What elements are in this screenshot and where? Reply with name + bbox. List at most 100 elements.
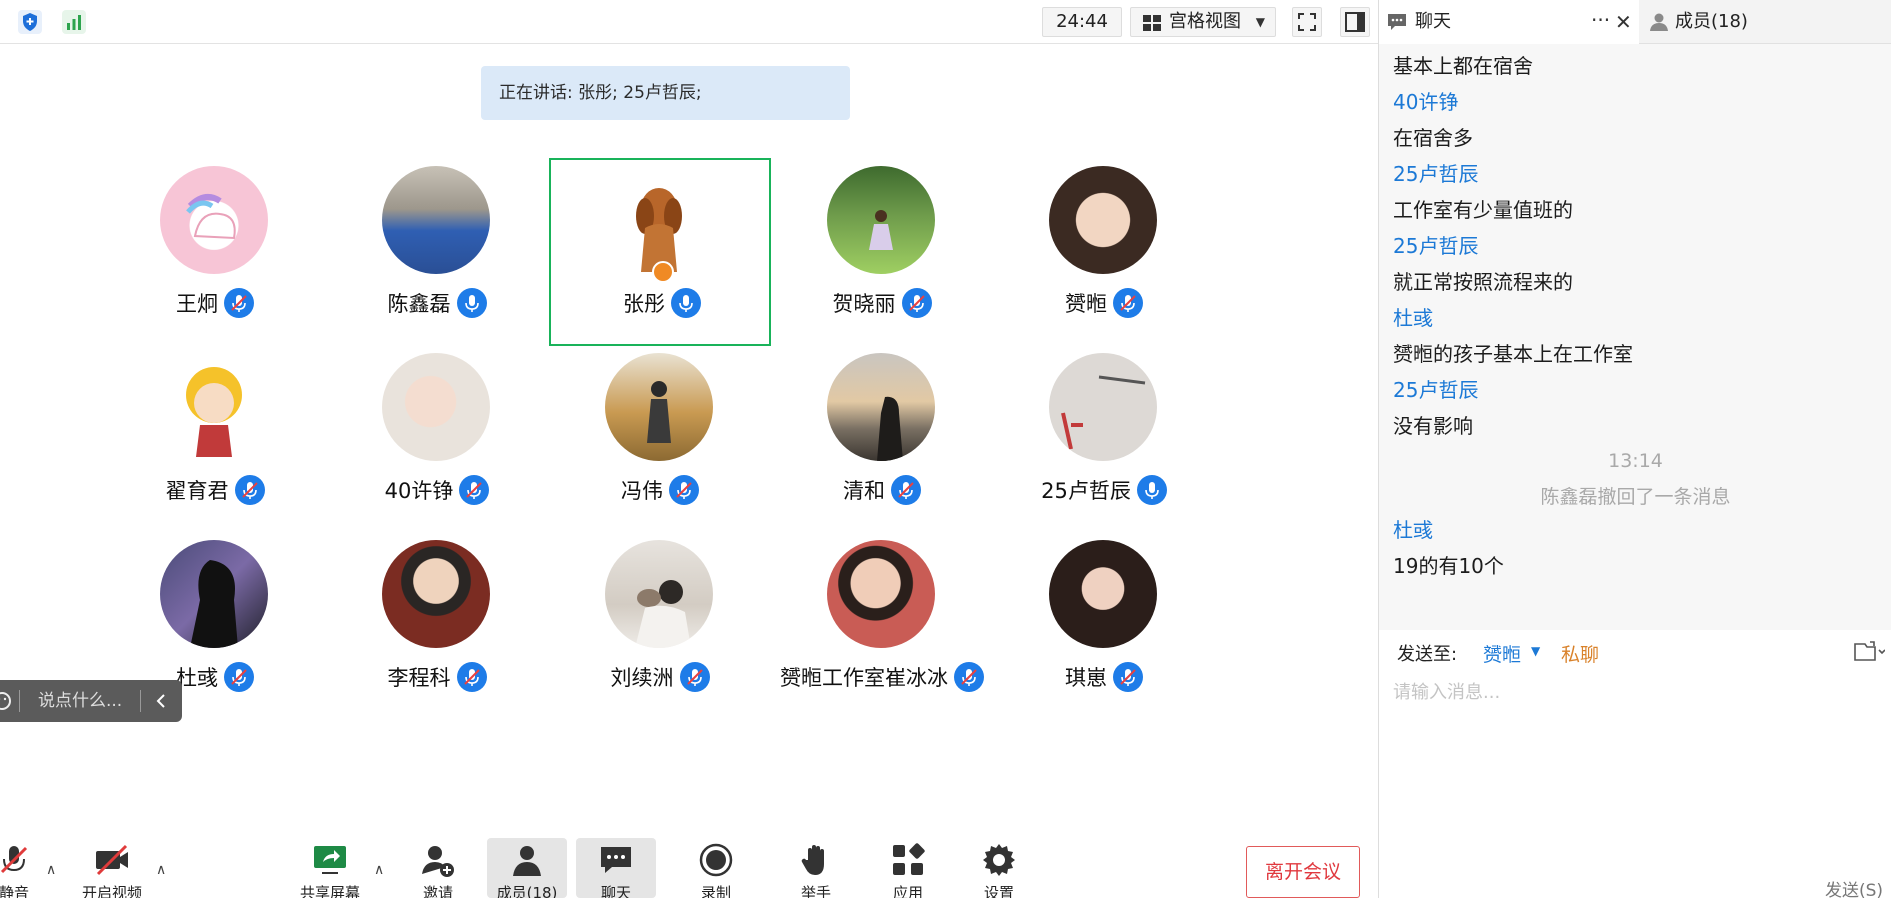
avatar [160,540,268,648]
participant-tile[interactable]: 琪崽 [993,532,1215,720]
members-label: 成员(18) [496,884,558,898]
chat-message-list[interactable]: ​ 基本上都在宿舍40许铮在宿舍多25卢哲辰工作室有少量值班的25卢哲辰就正常按… [1379,44,1891,630]
participant-name: 刘续洲 [610,666,674,690]
mic-muted-icon [234,475,265,505]
top-bar: 24:44 宫格视图 ▼ [0,0,1378,44]
participant-name: 25卢哲辰 [1041,479,1131,503]
file-icon[interactable] [1853,640,1885,662]
members-button[interactable]: 成员(18) [487,838,567,898]
raise-hand-button[interactable]: 举手 [776,838,856,898]
apps-label: 应用 [892,884,923,898]
avatar [382,540,490,648]
share-label: 共享屏幕 [299,884,360,898]
avatar [382,353,490,461]
chevron-up-icon[interactable]: ∧ [374,862,384,878]
chevron-up-icon[interactable]: ∧ [156,862,166,878]
chat-button[interactable]: 聊天 [576,838,656,898]
participant-tile[interactable]: 陈鑫磊 [326,158,548,346]
tab-chat-label: 聊天 [1415,11,1451,32]
participant-name: 李程科 [387,666,451,690]
chat-message-input[interactable]: 请输入消息... [1393,678,1500,704]
chevron-down-icon[interactable]: ▼ [1531,644,1540,658]
participant-name: 赟暅工作室崔冰冰 [780,666,948,690]
participant-tile[interactable]: 赟暅 [993,158,1215,346]
chat-sender: 40许铮 [1393,90,1459,114]
avatar [605,168,713,276]
participant-name: 40许铮 [384,479,454,503]
sidebar-toggle-icon [1345,12,1365,32]
security-shield-icon[interactable] [18,10,42,34]
chat-sender: 25卢哲辰 [1393,234,1479,258]
chevron-left-icon[interactable] [154,693,168,709]
send-to-select[interactable]: 赟暅 [1483,640,1521,667]
participant-tile[interactable]: 40许铮 [326,345,548,533]
participant-name: 陈鑫磊 [387,292,451,316]
speaking-indicator: 正在讲话: 张彤; 25卢哲辰; [481,66,850,120]
start-video-button[interactable]: 开启视频 [72,838,152,898]
private-chat-link[interactable]: 私聊 [1561,640,1599,667]
participant-tile-active[interactable]: 张彤 [549,158,771,346]
signal-strength-icon[interactable] [62,10,86,34]
participant-tile[interactable]: 刘续洲 [549,532,771,720]
participant-name: 琪崽 [1065,666,1107,690]
add-user-icon [422,846,454,877]
panel-tabs: 聊天 ··· ✕ 成员(18) [1379,0,1891,44]
mic-muted-icon [679,662,710,692]
emoji-icon[interactable] [0,691,12,711]
view-mode-select[interactable]: 宫格视图 ▼ [1130,7,1276,37]
chat-icon [1388,14,1406,30]
chat-icon [601,847,631,873]
avatar [1049,353,1157,461]
avatar [160,353,268,461]
participant-name: 张彤 [623,292,665,316]
share-screen-button[interactable]: 共享屏幕 [290,838,370,898]
floating-chat-bar[interactable]: 说点什么... [0,680,182,722]
participant-tile[interactable]: 清和 [771,345,993,533]
mic-muted-icon [224,662,254,692]
participant-tile[interactable]: 翟育君 [104,345,326,533]
chat-message: 就正常按照流程来的 [1393,270,1573,294]
participant-tile[interactable]: 王炯 [104,158,326,346]
apps-button[interactable]: 应用 [868,838,948,898]
avatar [1049,540,1157,648]
more-options-icon[interactable]: ··· [1591,0,1610,40]
participant-tile[interactable]: 贺晓丽 [771,158,993,346]
mic-muted-icon [901,288,932,318]
share-screen-icon [314,846,346,874]
participant-name: 清和 [843,479,885,503]
invite-label: 邀请 [422,884,453,898]
leave-meeting-button[interactable]: 离开会议 [1246,846,1360,898]
fullscreen-button[interactable] [1292,7,1322,37]
chevron-up-icon[interactable]: ∧ [46,862,56,878]
members-icon [1650,13,1668,31]
mic-muted-icon [224,288,254,318]
divider [19,690,20,712]
close-icon[interactable]: ✕ [1615,0,1632,44]
settings-button[interactable]: 设置 [959,838,1039,898]
record-icon [699,843,733,877]
participant-tile[interactable]: 25卢哲辰 [993,345,1215,533]
hand-icon [801,845,824,875]
participant-name: 冯伟 [621,479,663,503]
participant-name: 杜彧 [176,666,218,690]
avatar [605,540,713,648]
chat-message: 工作室有少量值班的 [1393,198,1573,222]
participant-tile[interactable]: 冯伟 [549,345,771,533]
quick-chat-input[interactable]: 说点什么... [38,680,122,722]
mic-icon [671,288,701,318]
invite-button[interactable]: 邀请 [398,838,478,898]
tab-members[interactable]: 成员(18) [1641,0,1891,44]
toggle-sidebar-button[interactable] [1340,7,1370,37]
chat-message: 在宿舍多 [1393,126,1473,150]
participant-tile[interactable]: 赟暅工作室崔冰冰 [771,532,993,720]
participant-tile[interactable]: 李程科 [326,532,548,720]
avatar [382,166,490,274]
tab-chat[interactable]: 聊天 ··· ✕ [1379,0,1639,44]
mic-icon [456,288,487,318]
send-button[interactable]: 发送(S) [1825,876,1883,898]
chat-message: 19的有10个 [1393,554,1504,578]
record-button[interactable]: 录制 [676,838,756,898]
chevron-down-icon: ▼ [1255,15,1265,29]
mute-label: 静音 [0,884,29,898]
video-label: 开启视频 [81,884,142,898]
